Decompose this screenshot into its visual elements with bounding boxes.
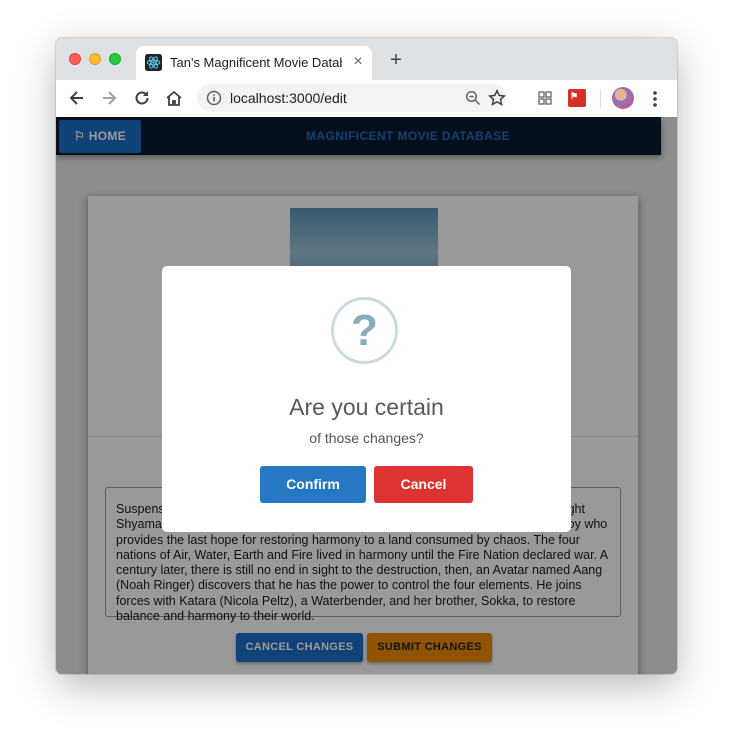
window-close-icon[interactable] bbox=[69, 53, 81, 65]
back-arrow-icon[interactable] bbox=[67, 88, 87, 108]
react-icon bbox=[145, 54, 162, 71]
browser-tab[interactable]: Tan's Magnificent Movie Database × bbox=[136, 46, 372, 80]
new-tab-button[interactable]: + bbox=[386, 50, 406, 70]
dialog-title: Are you certain bbox=[289, 394, 444, 420]
bookmark-star-icon[interactable] bbox=[487, 88, 507, 108]
address-bar[interactable]: localhost:3000/edit bbox=[197, 84, 507, 112]
browser-toolbar: localhost:3000/edit ⚑ bbox=[56, 80, 677, 118]
extension-red-icon[interactable]: ⚑ bbox=[568, 89, 586, 107]
toolbar-divider bbox=[600, 90, 601, 108]
reload-icon[interactable] bbox=[132, 88, 152, 108]
forward-arrow-icon[interactable] bbox=[99, 88, 119, 108]
cancel-button[interactable]: Cancel bbox=[374, 466, 473, 503]
extensions-grid-icon[interactable] bbox=[538, 91, 552, 105]
confirm-dialog: ? Are you certain of those changes? Conf… bbox=[162, 266, 571, 532]
info-icon[interactable] bbox=[206, 90, 222, 106]
question-mark-glyph: ? bbox=[351, 306, 378, 355]
home-icon[interactable] bbox=[164, 88, 184, 108]
tab-close-icon[interactable]: × bbox=[350, 54, 366, 70]
kebab-menu-icon[interactable] bbox=[648, 89, 662, 109]
window-minimize-icon[interactable] bbox=[89, 53, 101, 65]
dialog-text: of those changes? bbox=[309, 430, 424, 446]
zoom-out-icon[interactable] bbox=[465, 90, 481, 106]
tab-title: Tan's Magnificent Movie Database bbox=[170, 55, 342, 70]
tab-strip: Tan's Magnificent Movie Database × + bbox=[56, 38, 677, 80]
url-text: localhost:3000/edit bbox=[230, 90, 347, 106]
web-page: ⚐ HOME MAGNIFICENT MOVIE DATABASE Suspen… bbox=[56, 117, 677, 674]
browser-window: Tan's Magnificent Movie Database × + loc… bbox=[56, 38, 677, 674]
profile-avatar[interactable] bbox=[612, 87, 634, 109]
window-maximize-icon[interactable] bbox=[109, 53, 121, 65]
confirm-button[interactable]: Confirm bbox=[260, 466, 366, 503]
question-icon: ? bbox=[331, 297, 398, 364]
